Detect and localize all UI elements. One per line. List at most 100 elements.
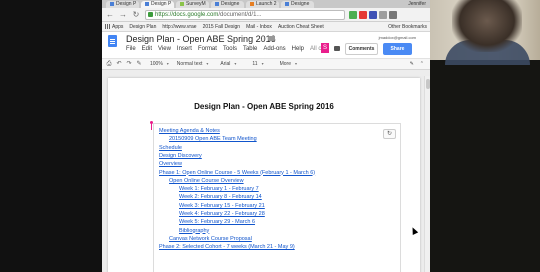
comment-icon[interactable] (334, 46, 340, 51)
google-docs-icon[interactable] (108, 35, 117, 47)
reload-icon[interactable]: ↻ (131, 10, 141, 20)
menu-table[interactable]: Table (243, 46, 257, 52)
toc-link[interactable]: Overview (159, 161, 182, 167)
document-page[interactable]: Design Plan - Open ABE Spring 2016 ↻ Mee… (108, 78, 420, 272)
toc-link[interactable]: Week 2: February 8 - February 14 (179, 194, 262, 200)
document-canvas: Design Plan - Open ABE Spring 2016 ↻ Mee… (102, 76, 430, 272)
docs-header: Design Plan - Open ABE Spring 2016 ☆ jma… (102, 32, 430, 58)
browser-tab[interactable]: Design P (106, 1, 139, 8)
toc-link[interactable]: Design Discovery (159, 153, 202, 159)
bookmark-item[interactable]: Mail - Inbox (246, 24, 272, 30)
toc-link[interactable]: Week 4: February 22 - February 28 (179, 211, 265, 217)
scroll-thumb[interactable] (426, 79, 430, 89)
more-select[interactable]: More (280, 61, 298, 67)
menu-tools[interactable]: Tools (223, 46, 237, 52)
star-icon[interactable]: ☆ (259, 35, 265, 43)
browser-toolbar: ← → ↻ https://docs.google.com /document/… (102, 8, 430, 22)
extension-icons (349, 10, 397, 19)
font-select[interactable]: Arial (220, 61, 236, 67)
browser-tab[interactable]: Designe (281, 1, 314, 8)
url-host: https://docs.google.com (155, 11, 219, 18)
tab-label: Design P (151, 1, 172, 7)
toc-link[interactable]: Week 5: February 29 - March 6 (179, 219, 255, 225)
menu-file[interactable]: File (126, 46, 136, 52)
browser-tab[interactable]: Designe (211, 1, 244, 8)
menu-format[interactable]: Format (198, 46, 217, 52)
toc-link[interactable]: Meeting Agenda & Notes (159, 128, 220, 134)
address-bar[interactable]: https://docs.google.com /document/d/1... (145, 9, 345, 20)
forward-icon[interactable]: → (118, 10, 128, 20)
extension-icon[interactable] (379, 10, 387, 19)
docs-favicon-icon (215, 1, 219, 6)
paint-format-icon[interactable]: ✎ (136, 61, 142, 67)
apps-grid-icon (105, 23, 110, 29)
toc-link[interactable]: Open Online Course Overview (169, 178, 244, 184)
redo-icon[interactable]: ↷ (126, 61, 132, 67)
share-button[interactable]: Share (383, 43, 412, 55)
bookmark-item[interactable]: Auction Cheat Sheet (278, 24, 324, 30)
browser-window: Design P Design P SurveyM Designe Launch… (102, 0, 430, 272)
font-size-select[interactable]: 11 (252, 61, 263, 67)
extension-icon[interactable] (359, 10, 367, 19)
comments-button[interactable]: Comments (345, 43, 378, 55)
vertical-scrollbar[interactable] (424, 76, 430, 272)
tab-label: Design P (116, 1, 137, 7)
profile-name[interactable]: Jennifer (408, 0, 426, 8)
menu-icon[interactable] (389, 10, 397, 19)
url-path: /document/d/1... (218, 11, 262, 18)
toc-link[interactable]: Bibliography (179, 228, 209, 234)
toc-link[interactable]: Phase 2: Selected Cohort - 7 weeks (Marc… (159, 244, 295, 250)
browser-tab[interactable]: SurveyM (176, 1, 209, 8)
tab-strip: Design P Design P SurveyM Designe Launch… (102, 0, 430, 8)
toolbar-right: ✎ ⌃ (410, 61, 424, 67)
folder-icon[interactable] (268, 36, 275, 41)
document-title[interactable]: Design Plan - Open ABE Spring 2016 (126, 34, 276, 44)
docs-favicon-icon (110, 1, 114, 6)
bookmark-apps[interactable]: Apps (105, 24, 123, 30)
tab-label: Launch 2 (256, 1, 277, 7)
launch-favicon-icon (250, 1, 254, 6)
bookmark-item[interactable]: 2015 Fall Design (203, 24, 241, 30)
bookmarks-bar: Apps Design Plan http://www.vrae 2015 Fa… (102, 22, 430, 32)
docs-favicon-icon (285, 1, 289, 6)
tab-label: SurveyM (186, 1, 206, 7)
zoom-select[interactable]: 100% (150, 61, 169, 67)
menu-insert[interactable]: Insert (177, 46, 192, 52)
menu-help[interactable]: Help (292, 46, 304, 52)
menu-view[interactable]: View (158, 46, 171, 52)
format-toolbar: ⎙ ↶ ↷ ✎ 100% Normal text Arial 11 More ✎… (102, 58, 430, 70)
toc-link[interactable]: 20150909 Open ABE Team Meeting (169, 136, 257, 142)
tab-label: Designe (221, 1, 240, 7)
toc-link[interactable]: Phase 1: Open Online Course - 5 Weeks (F… (159, 170, 315, 176)
toc-link[interactable]: Week 3: February 15 - February 21 (179, 203, 265, 209)
docs-menubar: File Edit View Insert Format Tools Table… (126, 46, 328, 52)
extension-icon[interactable] (369, 10, 377, 19)
toc-link[interactable]: Week 1: February 1 - February 7 (179, 186, 259, 192)
webcam-presenter (452, 0, 522, 52)
bookmark-item[interactable]: http://www.vrae (162, 24, 196, 30)
browser-tab-active[interactable]: Design P (141, 1, 174, 8)
collaborator-cursor (150, 121, 153, 130)
other-bookmarks[interactable]: Other Bookmarks (388, 24, 427, 30)
menu-edit[interactable]: Edit (142, 46, 152, 52)
screen: Design P Design P SurveyM Designe Launch… (0, 0, 540, 272)
toc-link[interactable]: Schedule (159, 145, 182, 151)
style-select[interactable]: Normal text (177, 61, 209, 67)
collapse-icon[interactable]: ⌃ (420, 61, 424, 67)
lock-icon (148, 12, 153, 17)
menu-addons[interactable]: Add-ons (263, 46, 285, 52)
bookmark-item[interactable]: Design Plan (129, 24, 156, 30)
bookmark-label: Apps (112, 23, 124, 30)
document-heading: Design Plan - Open ABE Spring 2016 (194, 102, 334, 111)
undo-icon[interactable]: ↶ (116, 61, 122, 67)
pencil-icon[interactable]: ✎ (410, 61, 414, 67)
refresh-toc-icon[interactable]: ↻ (383, 129, 396, 139)
surveymonkey-favicon-icon (180, 1, 184, 6)
toc-link[interactable]: Canvas Network Course Proposal (169, 236, 252, 242)
collaborator-avatar[interactable]: S (321, 43, 329, 53)
back-icon[interactable]: ← (105, 10, 115, 20)
browser-tab[interactable]: Launch 2 (246, 1, 279, 8)
extension-icon[interactable] (349, 10, 357, 19)
print-icon[interactable]: ⎙ (106, 61, 112, 67)
user-email[interactable]: jmaddox@gmail.com (379, 35, 416, 40)
